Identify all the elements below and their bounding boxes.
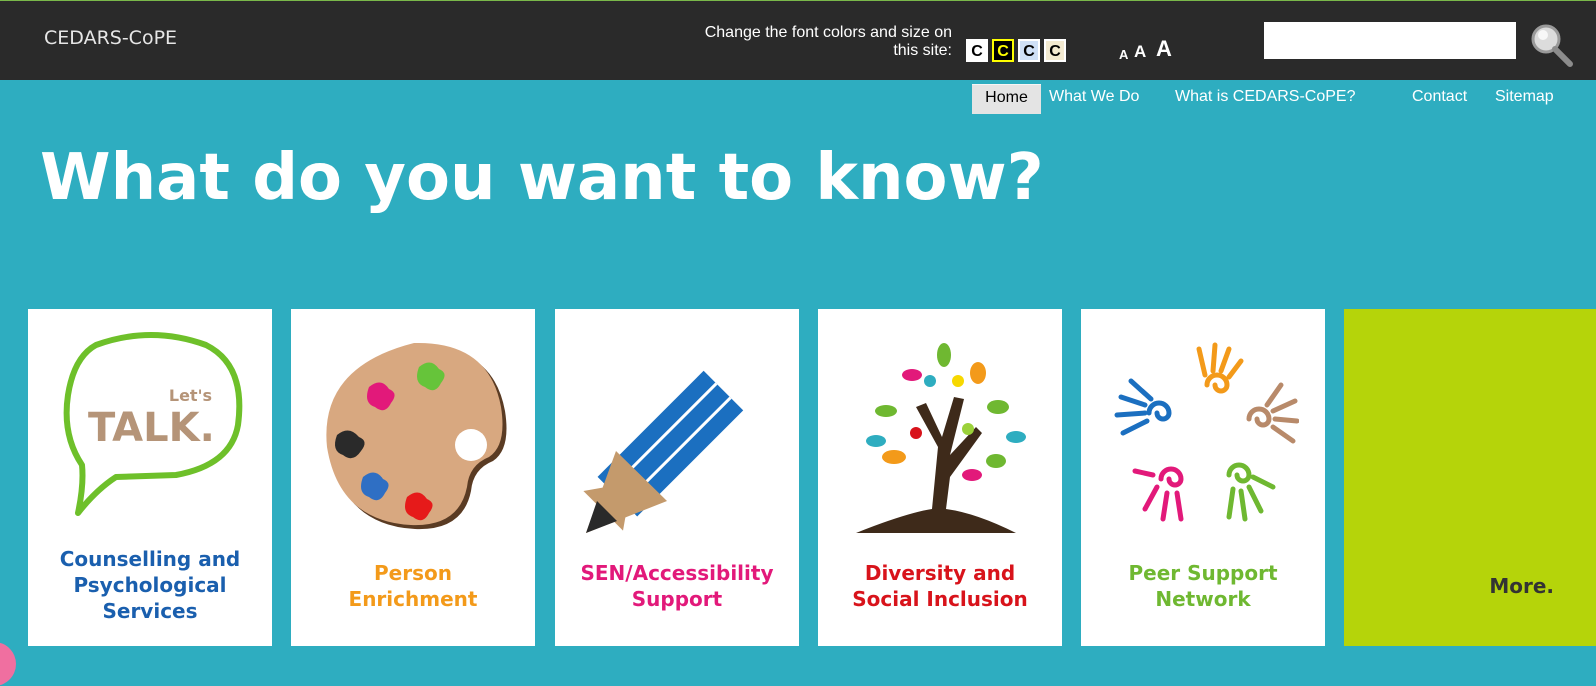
card-peer-support[interactable]: Peer Support Network — [1081, 309, 1325, 646]
nav-contact[interactable]: Contact — [1412, 84, 1467, 114]
font-size-large-button[interactable]: A — [1156, 36, 1172, 62]
card-label-line: Psychological — [73, 573, 227, 597]
nav-sitemap[interactable]: Sitemap — [1495, 84, 1554, 114]
card-label-line: Network — [1155, 587, 1251, 611]
top-bar: CEDARS-CoPE Change the font colors and s… — [0, 0, 1596, 80]
card-label-line: Peer Support — [1128, 561, 1278, 585]
color-scheme-white-button[interactable]: C — [966, 39, 988, 62]
search-input[interactable] — [1264, 22, 1516, 59]
font-size-small-button[interactable]: A — [1119, 47, 1128, 62]
card-label-line: Services — [102, 599, 198, 623]
more-link[interactable]: More. — [1489, 574, 1554, 598]
nav-what-is-cedars-cope[interactable]: What is CEDARS-CoPE? — [1175, 84, 1356, 114]
card-person-enrichment[interactable]: Person Enrichment — [291, 309, 535, 646]
font-size-medium-button[interactable]: A — [1134, 42, 1146, 62]
nav-what-we-do[interactable]: What We Do — [1049, 84, 1139, 114]
font-prompt-line-2: this site: — [893, 42, 952, 59]
card-diversity[interactable]: Diversity and Social Inclusion — [818, 309, 1062, 646]
card-label-line: Social Inclusion — [852, 587, 1028, 611]
card-label-line: Enrichment — [348, 587, 478, 611]
card-label-line: Counselling and — [59, 547, 241, 571]
color-scheme-cream-button[interactable]: C — [1044, 39, 1066, 62]
lets-text: Let's — [169, 386, 212, 405]
card-label-sen-accessibility: SEN/Accessibility Support — [555, 560, 799, 612]
pencil-icon — [583, 370, 744, 533]
decorative-pink-circle — [0, 642, 16, 686]
card-label-counselling: Counselling and Psychological Services — [28, 546, 272, 624]
card-label-line: Support — [631, 587, 723, 611]
card-counselling[interactable]: Let's TALK. Counselling and Psychologica… — [28, 309, 272, 646]
tree-icon — [856, 343, 1026, 533]
card-label-line: Diversity and — [864, 561, 1016, 585]
search-icon[interactable] — [1530, 21, 1574, 71]
talk-text: TALK. — [88, 405, 215, 451]
color-scheme-light-blue-button[interactable]: C — [1018, 39, 1040, 62]
page-headline: What do you want to know? — [40, 141, 1044, 215]
card-label-line: SEN/Accessibility — [580, 561, 774, 585]
card-label-peer-support: Peer Support Network — [1081, 560, 1325, 612]
lets-talk-speech-bubble-icon: Let's TALK. — [63, 332, 243, 516]
font-settings-prompt: Change the font colors and size on this … — [640, 24, 952, 60]
card-more[interactable]: More. — [1344, 309, 1596, 646]
card-label-person-enrichment: Person Enrichment — [291, 560, 535, 612]
font-prompt-line-1: Change the font colors and size on — [704, 24, 952, 41]
card-label-line: Person — [374, 561, 452, 585]
card-sen-accessibility[interactable]: SEN/Accessibility Support — [555, 309, 799, 646]
paint-palette-icon — [326, 342, 507, 530]
card-label-diversity: Diversity and Social Inclusion — [818, 560, 1062, 612]
nav-home[interactable]: Home — [972, 84, 1041, 114]
site-name[interactable]: CEDARS-CoPE — [44, 27, 177, 49]
spiral-hands-icon — [1114, 342, 1299, 522]
color-scheme-yellow-on-black-button[interactable]: C — [992, 39, 1014, 62]
